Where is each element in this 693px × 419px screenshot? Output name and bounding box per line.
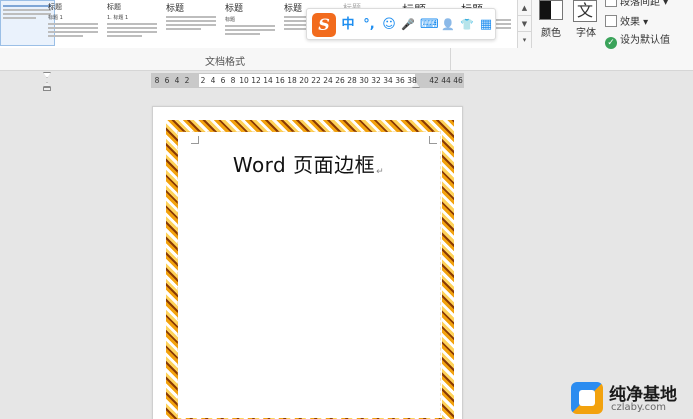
paragraph-spacing-icon: [605, 0, 617, 7]
gallery-up-icon[interactable]: ▲: [518, 0, 531, 16]
keyboard-icon[interactable]: ⌨: [420, 17, 439, 33]
ruler-tick-label: 46: [453, 76, 463, 85]
color-swatch-icon: [539, 0, 563, 20]
ruler-tick-label: 6: [220, 76, 226, 85]
style-thumb-title: 标题: [166, 4, 185, 14]
set-default-button[interactable]: ✓ 设为默认值: [605, 34, 670, 50]
ruler-tick-label: 10: [239, 76, 249, 85]
ruler-tick-label: 2: [184, 76, 190, 85]
style-thumb-sub: 标题 1: [48, 15, 63, 21]
ruler-tick-label: 6: [164, 76, 170, 85]
style-thumb[interactable]: 标题 标题: [223, 0, 278, 46]
ruler-tick-label: 30: [359, 76, 369, 85]
ruler-tick-label: 28: [347, 76, 357, 85]
ruler-tick-label: 42: [429, 76, 439, 85]
margin-corner-mark: [429, 136, 437, 144]
ruler-tick-label: 18: [287, 76, 297, 85]
ruler-tick-label: 32: [371, 76, 381, 85]
left-indent-marker[interactable]: [43, 82, 51, 92]
style-thumb[interactable]: 标题: [164, 0, 219, 46]
paragraph-mark-icon: ↵: [376, 167, 385, 177]
ruler-tick-label: 4: [174, 76, 180, 85]
document-title-text: Word 页面边框: [232, 153, 376, 177]
style-thumb[interactable]: 标题 1. 标题 1: [105, 0, 160, 46]
user-icon[interactable]: 👤: [440, 17, 456, 33]
ruler-tick-label: 36: [395, 76, 405, 85]
colors-button[interactable]: 颜色: [533, 0, 569, 45]
colors-label: 颜色: [541, 28, 561, 39]
fonts-button[interactable]: 文 字体: [569, 0, 603, 45]
ruler-tick-label: 8: [230, 76, 236, 85]
paragraph-spacing-label: 段落间距: [620, 0, 660, 8]
style-thumb-sub: 1. 标题 1: [107, 15, 129, 21]
gallery-more-icon[interactable]: ▾: [518, 32, 531, 48]
ruler-tick-label: 24: [323, 76, 333, 85]
gallery-down-icon[interactable]: ▼: [518, 16, 531, 32]
gallery-scroll: ▲ ▼ ▾: [518, 0, 532, 48]
watermark-sub: czlaby.com: [611, 402, 667, 413]
watermark-logo-icon: [571, 382, 603, 414]
ruler-tick-label: 22: [311, 76, 321, 85]
group-divider: [450, 48, 451, 70]
effects-button[interactable]: 效果 ▾: [605, 15, 648, 31]
check-icon: ✓: [605, 37, 617, 49]
effects-label: 效果: [620, 17, 640, 28]
style-thumb[interactable]: 标题 标题 1: [46, 0, 101, 46]
ribbon: 标题 标题 1 标题 1. 标题 1 标题 标题 标题 标题 标题 标题: [0, 0, 693, 71]
site-watermark: 纯净基地 czlaby.com: [571, 378, 691, 418]
ruler-tick-label: 12: [251, 76, 261, 85]
font-glyph-icon: 文: [573, 0, 597, 22]
ruler-tick-label: 14: [263, 76, 273, 85]
fonts-label: 字体: [576, 28, 596, 39]
chinese-mode-icon[interactable]: 中: [340, 17, 356, 33]
ruler-tick-label: 26: [335, 76, 345, 85]
ruler-tick-label: 20: [299, 76, 309, 85]
toolbox-icon[interactable]: ▦: [478, 17, 494, 33]
microphone-icon[interactable]: 🎤: [400, 17, 416, 33]
first-line-indent-marker[interactable]: [43, 72, 51, 78]
effects-icon: [605, 15, 617, 27]
emoji-icon[interactable]: ☺: [381, 17, 397, 33]
style-thumb-title: 标题: [225, 4, 244, 14]
style-thumb-title: 标题: [107, 3, 121, 11]
sogou-logo-icon[interactable]: S: [312, 13, 336, 37]
margin-corner-mark: [191, 136, 199, 144]
document-page[interactable]: Word 页面边框↵: [152, 106, 463, 419]
ruler-tick-label: 34: [383, 76, 393, 85]
styles-gallery: 标题 标题 1 标题 1. 标题 1 标题 标题 标题 标题 标题 标题: [0, 0, 518, 48]
paragraph-spacing-button[interactable]: 段落间距 ▾: [605, 0, 668, 11]
ruler-tick-label: 4: [210, 76, 216, 85]
group-label-document-format: 文档格式: [205, 57, 245, 68]
skin-icon[interactable]: 👕: [459, 17, 475, 33]
style-thumb-sub: 标题: [225, 17, 236, 23]
punctuation-icon[interactable]: °,: [361, 17, 377, 33]
style-thumb-title: 标题: [48, 3, 62, 11]
ruler-tick-label: 44: [441, 76, 451, 85]
ime-toolbar: S 中 °, ☺ 🎤 ⌨ 👤 👕 ▦: [306, 8, 496, 40]
ruler-tick-label: 2: [200, 76, 206, 85]
ruler-tick-label: 16: [275, 76, 285, 85]
set-default-label: 设为默认值: [620, 35, 670, 46]
ruler-tick-label: 8: [154, 76, 160, 85]
document-title[interactable]: Word 页面边框↵: [153, 149, 462, 178]
